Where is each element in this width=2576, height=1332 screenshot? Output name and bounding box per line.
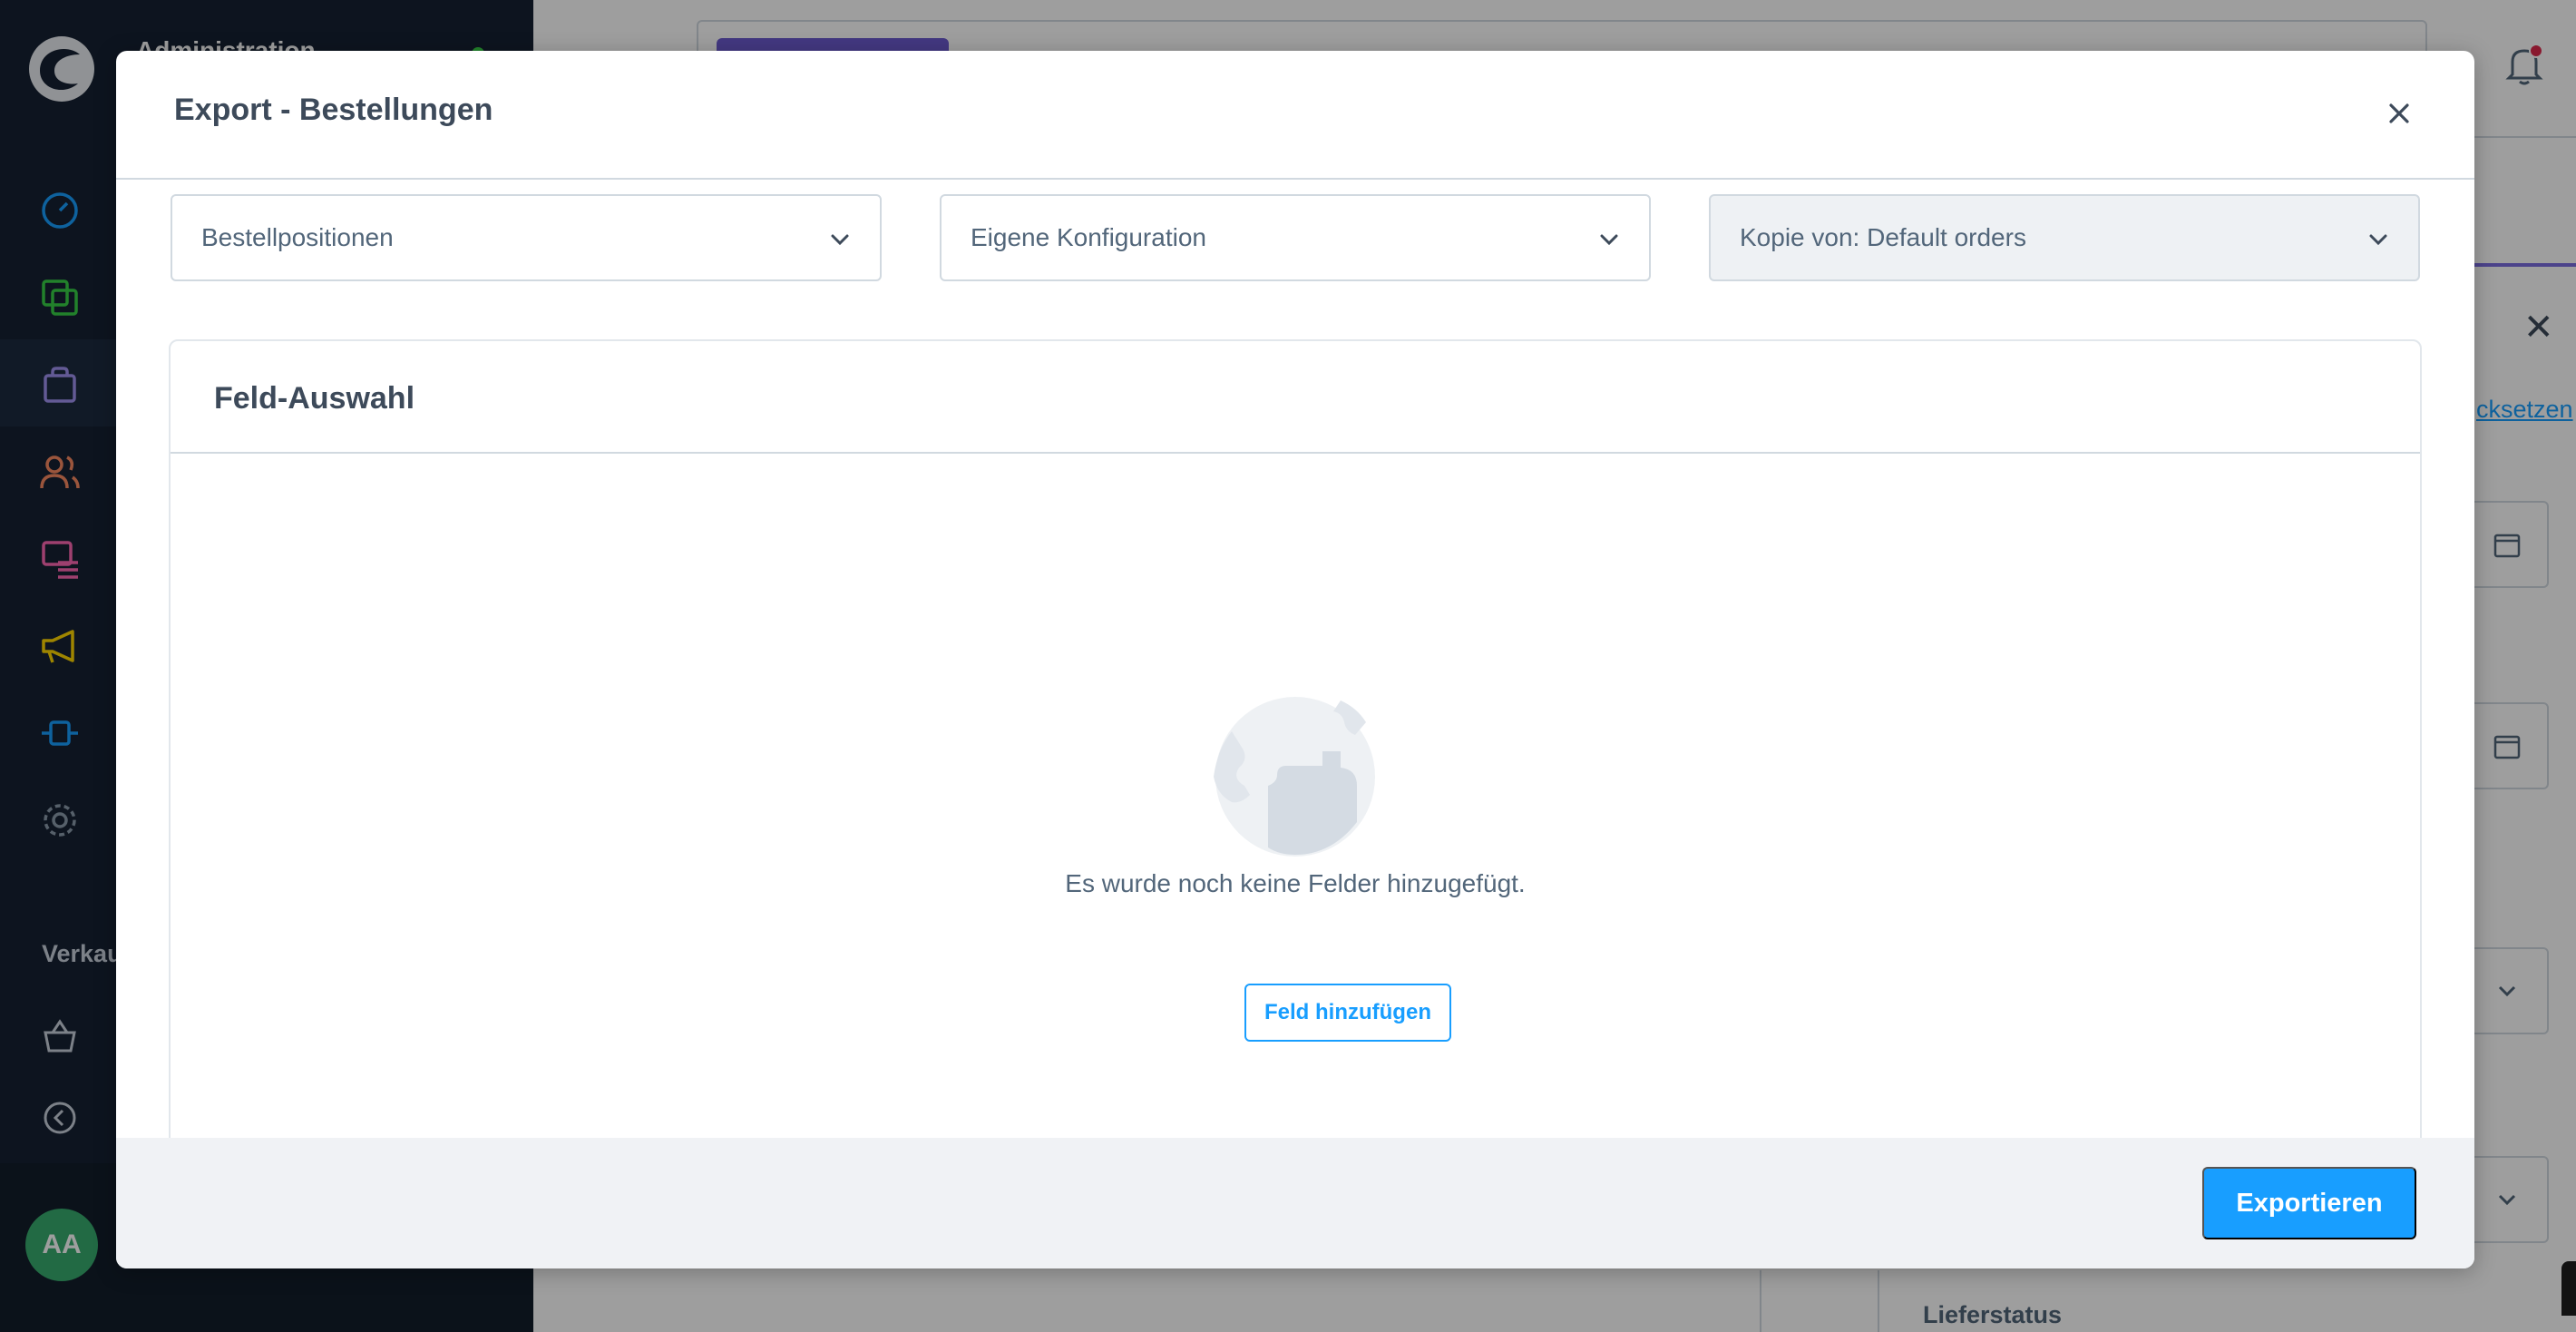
- modal-header: Export - Bestellungen: [116, 51, 2474, 180]
- chevron-down-icon: [2369, 234, 2387, 246]
- modal-close-button[interactable]: [2376, 91, 2422, 136]
- export-type-select[interactable]: Bestellpositionen: [171, 194, 882, 281]
- export-button[interactable]: Exportieren: [2202, 1167, 2416, 1239]
- card-title: Feld-Auswahl: [214, 381, 415, 416]
- copy-from-value: Kopie von: Default orders: [1740, 223, 2026, 251]
- field-selection-card: Feld-Auswahl Es wurde noch keine Felder …: [169, 339, 2422, 1268]
- empty-state-text: Es wurde noch keine Felder hinzugefügt.: [1065, 869, 1526, 897]
- modal-title: Export - Bestellungen: [174, 93, 493, 127]
- chevron-down-icon: [1600, 234, 1618, 246]
- export-type-value: Bestellpositionen: [201, 223, 394, 251]
- empty-state-puzzle-icon: [1214, 697, 1375, 857]
- close-icon: [2389, 103, 2409, 123]
- card-header: Feld-Auswahl: [171, 341, 2420, 454]
- modal-footer: Exportieren: [116, 1138, 2474, 1268]
- config-value: Eigene Konfiguration: [971, 223, 1206, 251]
- config-select[interactable]: Eigene Konfiguration: [940, 194, 1651, 281]
- export-modal: Export - Bestellungen Bestellpositionen …: [116, 51, 2474, 1268]
- copy-from-select[interactable]: Kopie von: Default orders: [1709, 194, 2420, 281]
- chevron-down-icon: [831, 234, 849, 246]
- add-field-button[interactable]: Feld hinzufügen: [1244, 984, 1451, 1042]
